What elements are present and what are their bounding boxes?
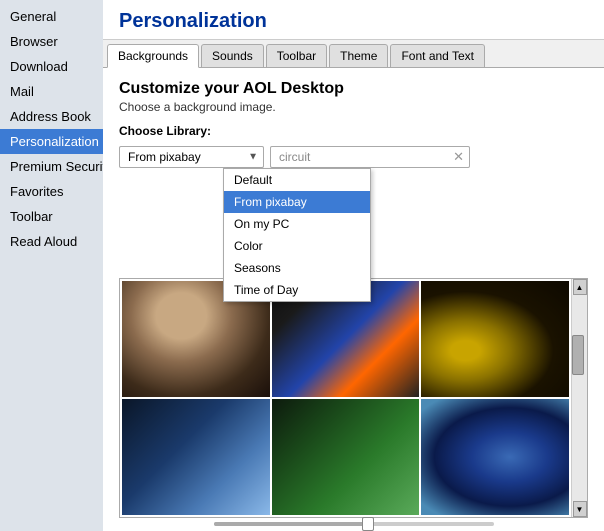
scrollbar-up-button[interactable]: ▲ — [573, 279, 587, 295]
scrollbar-track-inner — [572, 295, 587, 501]
library-dropdown[interactable]: From pixabay Default On my PC Color Seas… — [119, 146, 264, 168]
content-area: Customize your AOL Desktop Choose a back… — [103, 68, 604, 531]
page-title: Personalization — [103, 0, 604, 40]
library-label: Choose Library: — [119, 124, 211, 138]
dropdown-option-time-of-day[interactable]: Time of Day — [224, 279, 370, 301]
sidebar-item-favorites[interactable]: Favorites — [0, 179, 103, 204]
sidebar-item-browser[interactable]: Browser — [0, 29, 103, 54]
dropdown-option-seasons[interactable]: Seasons — [224, 257, 370, 279]
scrollbar-track: ▲ ▼ — [571, 279, 587, 517]
sidebar-item-premium-security[interactable]: Premium Security — [0, 154, 103, 179]
dropdown-option-pixabay[interactable]: From pixabay — [224, 191, 370, 213]
image-cell-2[interactable] — [421, 281, 569, 397]
image-cell-5[interactable] — [421, 399, 569, 515]
scrollbar-thumb[interactable] — [572, 335, 584, 375]
sidebar-item-general[interactable]: General — [0, 4, 103, 29]
controls-row: From pixabay Default On my PC Color Seas… — [119, 146, 588, 168]
main-panel: Personalization Backgrounds Sounds Toolb… — [103, 0, 604, 531]
dropdown-option-on-my-pc[interactable]: On my PC — [224, 213, 370, 235]
slider-row — [119, 522, 588, 526]
image-grid — [120, 279, 571, 517]
sidebar-item-mail[interactable]: Mail — [0, 79, 103, 104]
slider-fill — [214, 522, 368, 526]
image-cell-3[interactable] — [122, 399, 270, 515]
sidebar-item-toolbar[interactable]: Toolbar — [0, 204, 103, 229]
sidebar-item-download[interactable]: Download — [0, 54, 103, 79]
search-clear-icon[interactable]: ✕ — [453, 149, 464, 165]
library-select-wrapper: From pixabay Default On my PC Color Seas… — [119, 146, 264, 168]
content-title: Customize your AOL Desktop — [119, 80, 588, 98]
sidebar: General Browser Download Mail Address Bo… — [0, 0, 103, 531]
dropdown-option-color[interactable]: Color — [224, 235, 370, 257]
sidebar-item-personalization[interactable]: Personalization — [0, 129, 103, 154]
tab-font-and-text[interactable]: Font and Text — [390, 44, 485, 67]
library-dropdown-popup: Default From pixabay On my PC Color Seas… — [223, 168, 371, 302]
tab-theme[interactable]: Theme — [329, 44, 388, 67]
slider-thumb[interactable] — [362, 517, 374, 531]
sidebar-item-address-book[interactable]: Address Book — [0, 104, 103, 129]
image-cell-4[interactable] — [272, 399, 420, 515]
search-wrapper: ✕ — [270, 146, 470, 168]
image-grid-wrapper: ▲ ▼ — [119, 278, 588, 518]
dropdown-option-default[interactable]: Default — [224, 169, 370, 191]
scrollbar-down-button[interactable]: ▼ — [573, 501, 587, 517]
slider-track — [214, 522, 494, 526]
tabs-bar: Backgrounds Sounds Toolbar Theme Font an… — [103, 40, 604, 68]
tab-sounds[interactable]: Sounds — [201, 44, 264, 67]
sidebar-item-read-aloud[interactable]: Read Aloud — [0, 229, 103, 254]
tab-toolbar[interactable]: Toolbar — [266, 44, 327, 67]
content-subtitle: Choose a background image. — [119, 100, 588, 114]
library-row: Choose Library: — [119, 124, 588, 138]
search-input[interactable] — [270, 146, 470, 168]
tab-backgrounds[interactable]: Backgrounds — [107, 44, 199, 68]
